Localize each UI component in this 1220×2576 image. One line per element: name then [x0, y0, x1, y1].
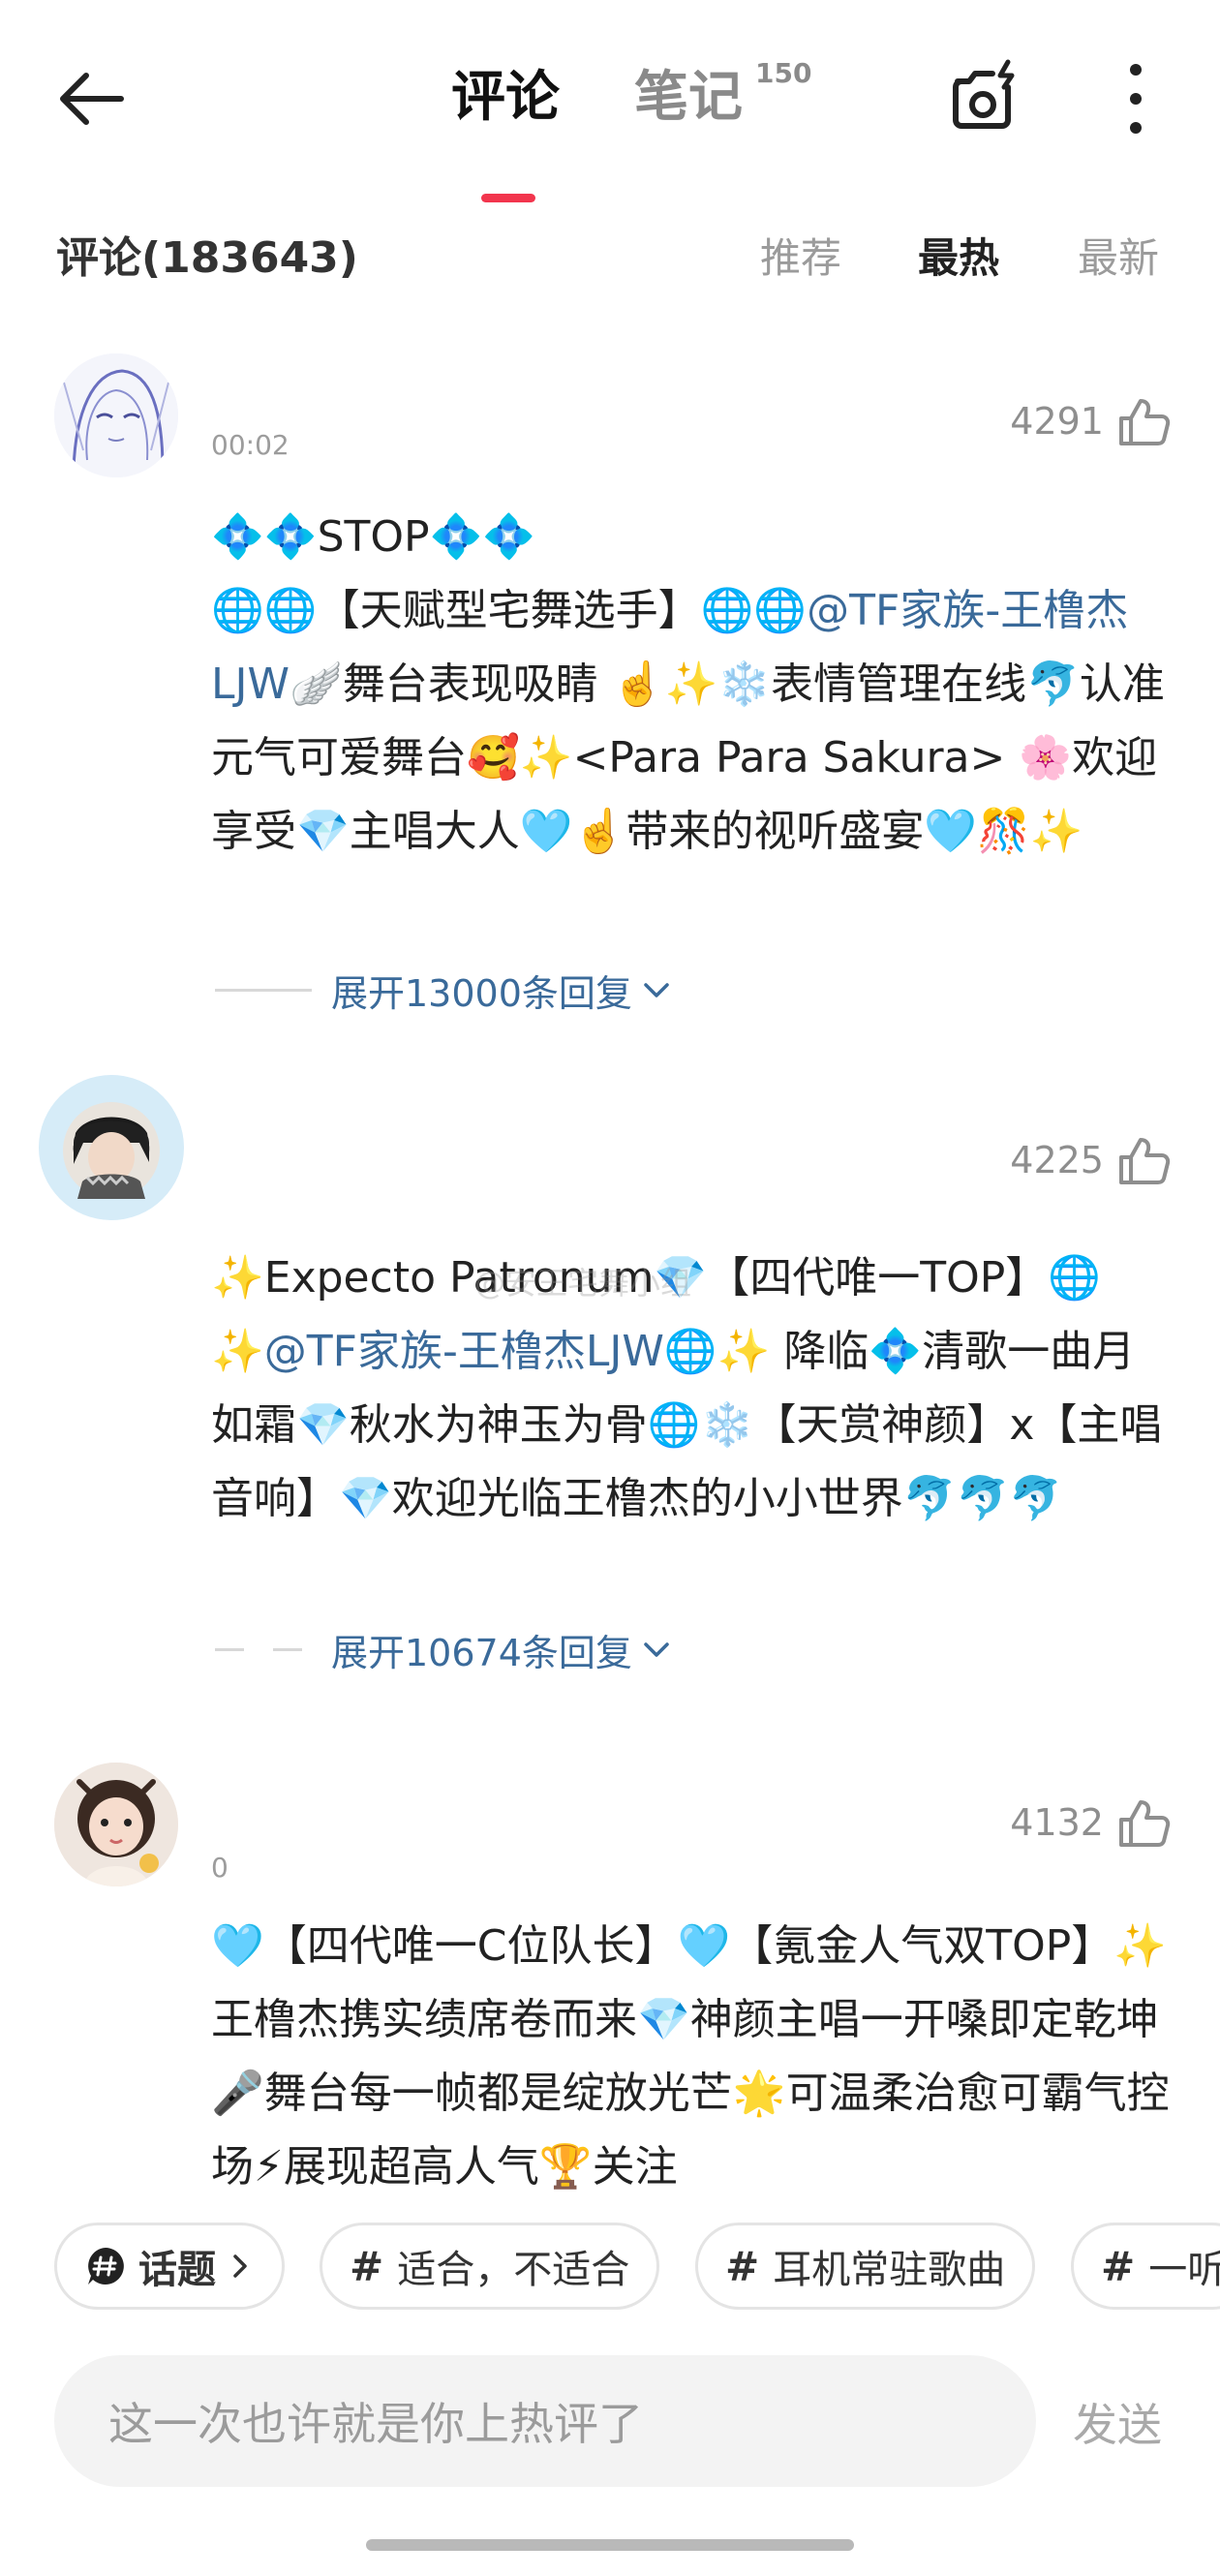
hashtag-chip-label: 耳机常驻歌曲 [773, 2248, 1006, 2292]
comment-text: 🩵【四代唯一C位队长】🩵【氪金人气双TOP】✨王橹杰携实绩席卷而来💎神颜主唱一开… [211, 1921, 1170, 2192]
expand-replies-label: 展开13000条回复 [331, 971, 632, 1015]
avatar[interactable] [54, 353, 178, 477]
chevron-down-icon [644, 983, 669, 997]
comment-text: ✨Expecto Patronum💎【四代唯一TOP】🌐✨@TF家族-王橹杰LJ… [211, 1242, 1170, 1536]
comment-time: 00:02 [211, 429, 290, 461]
thumbs-up-icon [1119, 399, 1171, 445]
hash-icon: # [725, 2242, 760, 2290]
comment-text-rest: 🌐🌐【天赋型宅舞选手】🌐🌐@TF家族-王橹杰LJW🪽舞台表现吸睛 ☝️✨❄️表情… [211, 574, 1170, 869]
comment-input[interactable]: 这一次也许就是你上热评了 [54, 2355, 1036, 2487]
comment-text-line: 💠💠STOP💠💠 [211, 512, 536, 562]
comment-item: 0 4132 🩵【四代唯一C位队长】🩵【氪金人气双TOP】✨王橹杰携实绩席卷而来… [0, 1763, 1220, 2208]
expand-replies[interactable]: 展开10674条回复 [215, 1625, 673, 1674]
send-button[interactable]: 发送 [1073, 2390, 1162, 2454]
tab-bar: 评论 笔记 150 [0, 53, 1220, 202]
thumbs-up-icon [1119, 1800, 1171, 1847]
comment-text-segment: 🪽舞台表现吸睛 ☝️✨❄️表情管理在线🐬认准元气可爱舞台🥰✨<Para Para… [211, 659, 1165, 856]
like-button[interactable]: 4225 [1010, 1131, 1172, 1189]
topic-chip[interactable]: 话题 [54, 2223, 285, 2310]
sort-newest[interactable]: 最新 [1078, 226, 1159, 285]
comment-time: 0 [211, 1852, 229, 1884]
active-tab-indicator [481, 194, 535, 202]
tab-comments-label: 评论 [451, 66, 560, 129]
expand-replies-label: 展开10674条回复 [331, 1631, 632, 1674]
hashtag-chip[interactable]: # 耳机常驻歌曲 [695, 2223, 1036, 2310]
comment-item: 00:02 4291 💠💠STOP💠💠 🌐🌐【天赋型宅舞选手】🌐🌐@TF家族-王… [0, 353, 1220, 1022]
tab-notes-badge: 150 [755, 57, 812, 89]
user-mention[interactable]: @TF家族-王橹杰LJW [264, 1327, 664, 1376]
like-count: 4132 [1010, 1801, 1104, 1844]
comment-text-segment: 🌐🌐【天赋型宅舞选手】🌐🌐 [211, 586, 808, 635]
avatar-photo-image [54, 1763, 178, 1886]
thumbs-up-icon [1119, 1138, 1171, 1184]
comment-item: 4225 ✨Expecto Patronum💎【四代唯一TOP】🌐✨@TF家族-… [0, 1075, 1220, 1695]
like-count: 4225 [1010, 1139, 1104, 1181]
tab-notes[interactable]: 笔记 150 [634, 53, 811, 132]
avatar-photo-image [39, 1075, 184, 1220]
avatar[interactable] [39, 1075, 184, 1220]
hashtag-chip[interactable]: # 一听 [1071, 2223, 1220, 2310]
tab-comments[interactable]: 评论 [451, 53, 560, 132]
chevron-down-icon [644, 1642, 669, 1657]
hashtag-chip[interactable]: # 适合，不适合 [320, 2223, 660, 2310]
sort-recommended[interactable]: 推荐 [760, 226, 841, 285]
tab-notes-label: 笔记 [634, 66, 743, 129]
hashtag-chip-label: 适合，不适合 [397, 2248, 630, 2292]
divider-line [215, 1647, 312, 1651]
comment-count-title: 评论(183643) [56, 233, 358, 283]
hashtag-chip-label: 一听 [1148, 2248, 1220, 2292]
hash-icon: # [1101, 2242, 1136, 2290]
home-indicator[interactable] [366, 2539, 854, 2551]
sort-hottest[interactable]: 最热 [918, 226, 999, 285]
comment-text: 💠💠STOP💠💠 🌐🌐【天赋型宅舞选手】🌐🌐@TF家族-王橹杰LJW🪽舞台表现吸… [211, 501, 1170, 869]
comment-sort-row: 评论(183643) 推荐 最热 最新 [0, 218, 1220, 286]
camera-icon[interactable] [944, 56, 1025, 138]
more-options-icon[interactable] [1121, 58, 1150, 139]
avatar[interactable] [54, 1763, 178, 1886]
comment-input-placeholder: 这一次也许就是你上热评了 [108, 2398, 643, 2450]
like-count: 4291 [1010, 400, 1104, 443]
divider-line [215, 988, 312, 992]
like-button[interactable]: 4291 [1010, 392, 1172, 450]
topic-chip-label: 话题 [138, 2248, 216, 2292]
top-bar: 评论 笔记 150 [0, 0, 1220, 202]
topic-hash-icon [88, 2248, 124, 2285]
expand-replies[interactable]: 展开13000条回复 [215, 966, 673, 1015]
chevron-right-icon [233, 2254, 247, 2278]
topic-chips-row: 话题 # 适合，不适合 # 耳机常驻歌曲 # 一听 [0, 2223, 1220, 2312]
avatar-sketch-image [54, 353, 178, 477]
hash-icon: # [350, 2242, 384, 2290]
like-button[interactable]: 4132 [1010, 1794, 1172, 1852]
